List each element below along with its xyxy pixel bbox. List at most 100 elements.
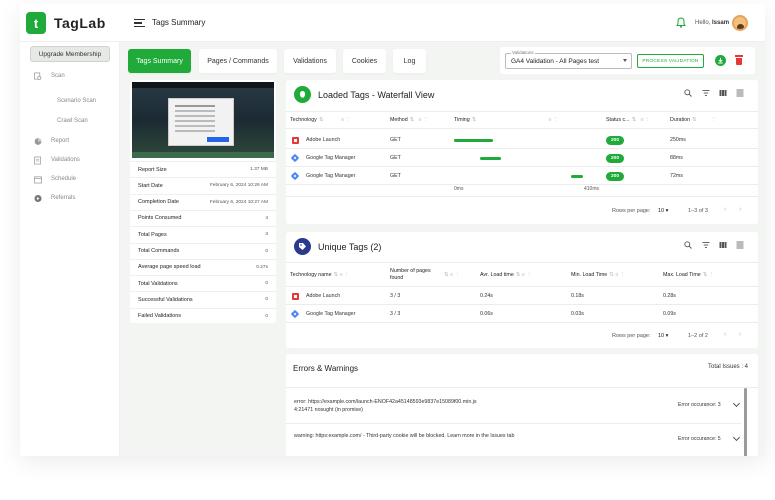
panel-title: Unique Tags (2) [318, 242, 382, 252]
duration-cell: 250ms [670, 137, 686, 143]
column-header-pages-found[interactable]: Number of pages found [390, 268, 438, 282]
next-page-icon[interactable]: › [739, 331, 741, 338]
pie-chart-icon [34, 137, 42, 145]
scrollbar[interactable] [744, 388, 747, 456]
sidebar-item-scenario-scan[interactable]: Scenario Scan [57, 98, 96, 104]
status-badge: 200 [606, 154, 624, 163]
validation-select[interactable]: Validations GA4 Validation - All Pages t… [505, 50, 632, 69]
sidebar-item-scan[interactable]: Scan [34, 72, 65, 80]
filter-icon[interactable] [702, 241, 710, 251]
calendar-icon [34, 175, 42, 183]
greeting: Hello, Issam [695, 20, 729, 26]
process-validation-button[interactable]: PROCESS VALIDATION [637, 54, 704, 68]
column-label: Method [390, 117, 408, 123]
summary-row: Total Pages 3 [130, 226, 276, 242]
scan-icon [34, 72, 42, 80]
error-occurrence: Error occurance: 3 [678, 402, 721, 408]
column-header-technology[interactable]: Technology ⇅ ≡ ⋮ [290, 117, 351, 123]
rows-per-page-label: Rows per page: [612, 333, 651, 339]
column-label: Timing [454, 117, 470, 123]
sidebar-item-crawl-scan[interactable]: Crawl Scan [57, 118, 88, 124]
summary-label: Points Consumed [138, 215, 182, 222]
previous-page-icon[interactable]: ‹ [724, 206, 726, 213]
sidebar-item-referrals[interactable]: Referrals [34, 194, 75, 202]
bell-icon[interactable] [676, 17, 686, 28]
validation-select-value: GA4 Validation - All Pages test [511, 58, 600, 65]
summary-row: Completion Date February 6, 2024 10:27 AM [130, 193, 276, 210]
tab-log[interactable]: Log [393, 49, 426, 73]
summary-label: Failed Validations [138, 313, 182, 320]
menu-icon[interactable] [134, 19, 145, 27]
method-cell: GET [390, 173, 401, 179]
avg-load-cell: 0.06s [480, 311, 493, 317]
column-header-duration[interactable]: Duration ⇅ ⋮ [670, 117, 716, 123]
density-icon[interactable] [736, 241, 744, 251]
sidebar-item-report[interactable]: Report [34, 137, 69, 145]
validation-select-label: Validations [511, 50, 535, 55]
chevron-down-icon[interactable] [732, 399, 741, 408]
google-tag-manager-icon [290, 309, 300, 319]
timing-bar [480, 157, 501, 160]
column-header-timing[interactable]: Timing ⇅ ≡ ⋮ [454, 117, 558, 123]
loaded-tags-panel: Loaded Tags - Waterfall View Technology ⇅… [286, 80, 758, 224]
sidebar-item-schedule[interactable]: Schedule [34, 175, 76, 183]
error-line: error: https://example.com/launch-ENOF42… [294, 399, 477, 405]
column-header-status[interactable]: Status c... ⇅ ≡ ⋮ [606, 117, 650, 123]
summary-value: 0 [265, 248, 268, 254]
chevron-down-icon[interactable] [732, 433, 741, 442]
tab-tags-summary[interactable]: Tags Summary [128, 49, 191, 73]
search-icon[interactable] [684, 89, 692, 99]
column-header-max-load-time[interactable]: Max. Load Time ⇅ ⋮ [663, 272, 714, 278]
column-label: Min. Load Time [571, 272, 608, 278]
trash-icon[interactable] [735, 55, 743, 65]
column-header-sort-controls[interactable]: ⇅ ≡ ⋮ [442, 272, 460, 278]
tab-cookies[interactable]: Cookies [343, 49, 386, 73]
technology-cell: Google Tag Manager [306, 173, 356, 179]
download-icon[interactable] [715, 55, 726, 66]
columns-icon[interactable] [719, 89, 727, 99]
min-load-cell: 0.03s [571, 311, 584, 317]
referral-icon [34, 194, 42, 202]
column-header-min-load-time[interactable]: Min. Load Time ⇅ ≡ ⋮ [571, 272, 625, 278]
column-header-method[interactable]: Method ⇅ ≡ ⋮ [390, 117, 428, 123]
column-header-avg-load-time[interactable]: Avr. Load time ⇅ ≡ ⋮ [480, 272, 532, 278]
summary-value: 0 [265, 313, 268, 319]
duration-cell: 72ms [670, 173, 683, 179]
tab-pages-commands[interactable]: Pages / Commands [199, 49, 277, 73]
sidebar-item-validations[interactable]: Validations [34, 156, 80, 164]
avatar[interactable] [732, 15, 748, 31]
summary-label: Total Validations [138, 280, 178, 287]
method-cell: GET [390, 137, 401, 143]
rows-per-page-select[interactable]: 10 ▾ [658, 333, 668, 339]
max-load-cell: 0.28s [663, 293, 676, 299]
sidebar: Upgrade Membership Scan Scenario Scan Cr… [20, 42, 120, 456]
validation-toolbar: Validations GA4 Validation - All Pages t… [500, 47, 755, 74]
rows-per-page-label: Rows per page: [612, 208, 651, 214]
columns-icon[interactable] [719, 241, 727, 251]
technology-cell: Google Tag Manager [306, 311, 356, 317]
summary-value: 0 [265, 281, 268, 287]
tab-validations[interactable]: Validations [284, 49, 336, 73]
summary-value: 0.27s [256, 264, 268, 270]
timing-axis-start: 0ms [454, 186, 464, 192]
error-message: error: https://example.com/launch-ENOF42… [294, 398, 594, 414]
column-label: Duration [670, 117, 691, 123]
column-header-technology-name[interactable]: Technology name ⇅ ≡ ⋮ [290, 272, 349, 278]
logo[interactable]: t TagLab [26, 12, 106, 34]
timing-axis-end: 410ms [584, 186, 600, 192]
search-icon[interactable] [684, 241, 692, 251]
density-icon[interactable] [736, 89, 744, 99]
adobe-launch-icon [292, 137, 299, 144]
next-page-icon[interactable]: › [739, 206, 741, 213]
total-issues: Total Issues : 4 [708, 364, 749, 370]
page-screenshot-thumbnail[interactable] [132, 82, 274, 158]
previous-page-icon[interactable]: ‹ [724, 331, 726, 338]
logo-mark-icon: t [26, 12, 46, 34]
summary-label: Completion Date [138, 199, 179, 206]
adobe-launch-icon [292, 293, 299, 300]
filter-icon[interactable] [702, 89, 710, 99]
summary-row: Successful Validations 0 [130, 291, 276, 307]
pages-found-cell: 3 / 3 [390, 293, 401, 299]
upgrade-membership-button[interactable]: Upgrade Membership [30, 46, 110, 62]
rows-per-page-select[interactable]: 10 ▾ [658, 208, 668, 214]
